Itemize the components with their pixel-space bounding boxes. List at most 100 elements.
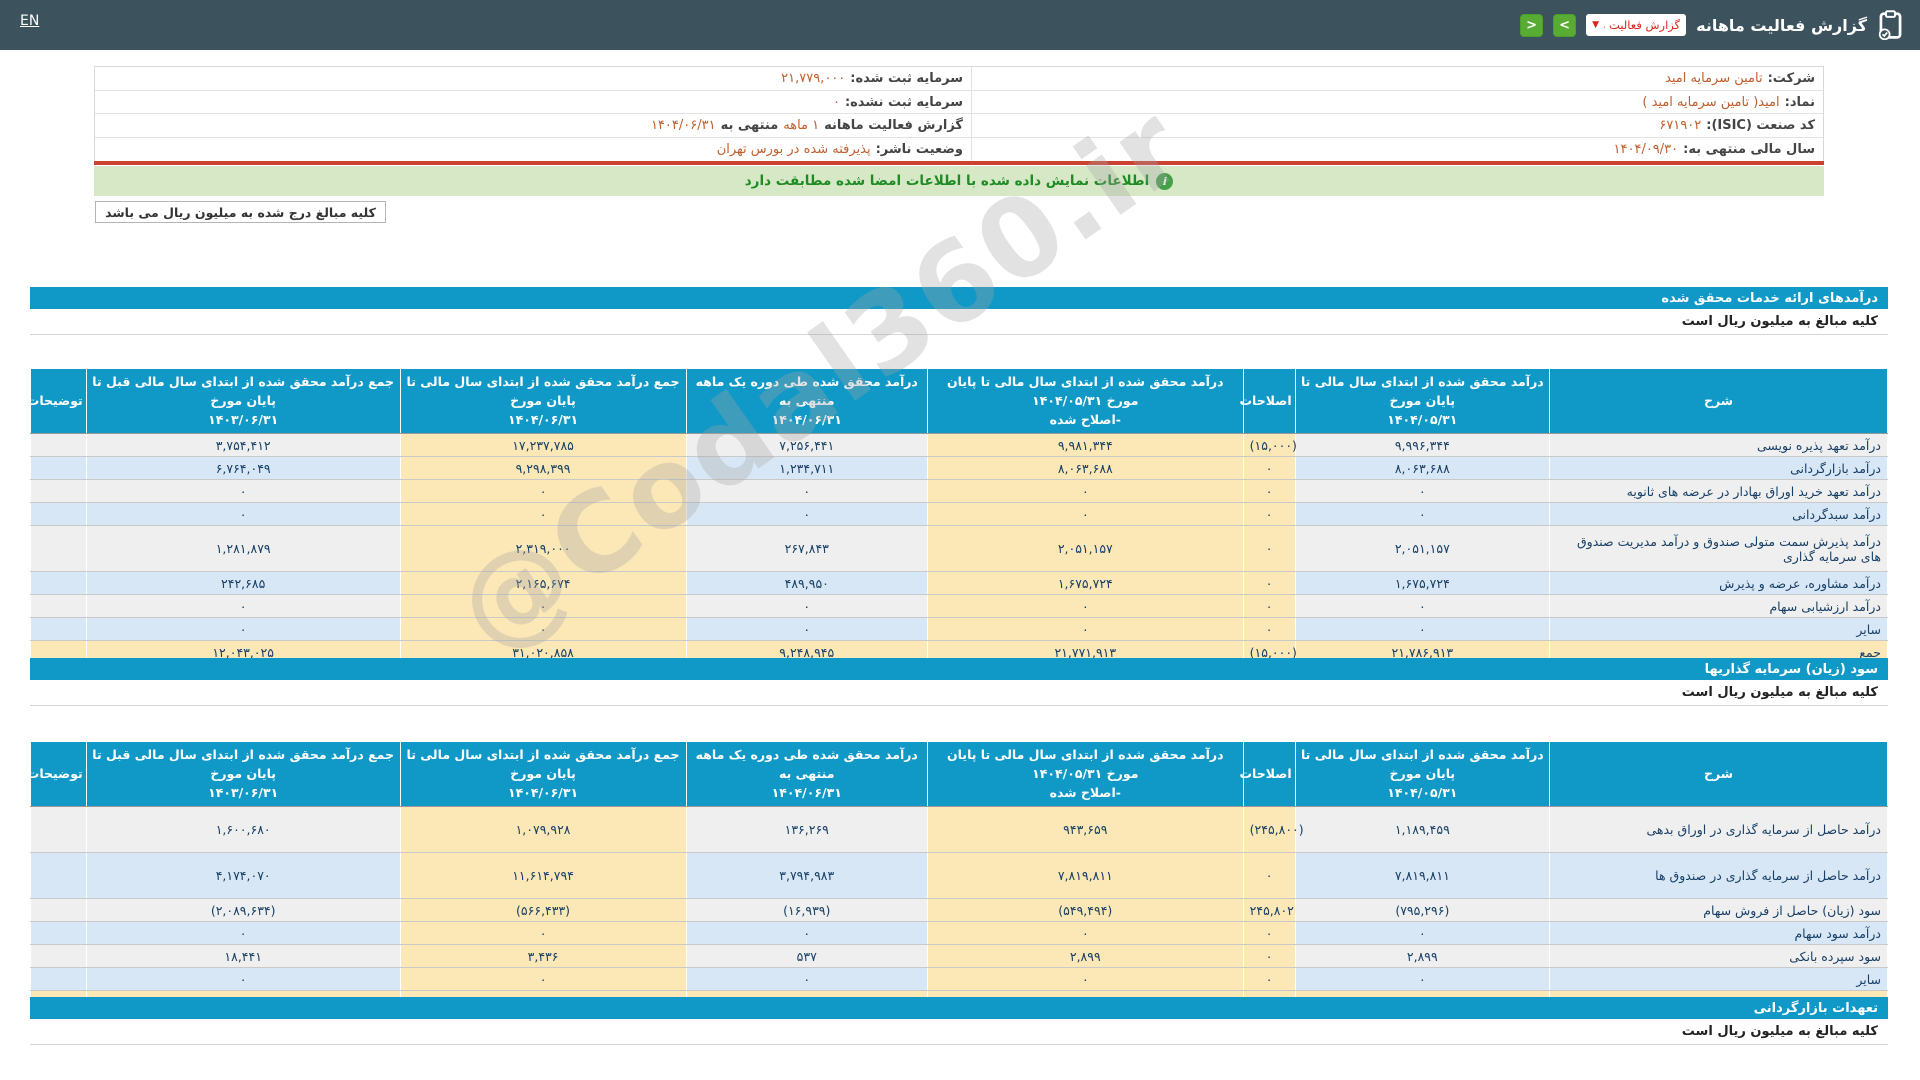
- info-row: کد صنعت (ISIC): ۶۷۱۹۰۲ گزارش فعالیت ماهانه…: [95, 114, 1823, 139]
- row-label: درآمد سود سهام: [1549, 921, 1888, 946]
- table-row: سود (زیان) حاصل از فروش سهام (۷۹۵,۲۹۶) ۲۴۵…: [30, 898, 1888, 923]
- info-value: ۱ ماهه: [783, 118, 820, 134]
- value-cell: ۱,۶۷۵,۷۲۴: [926, 571, 1244, 596]
- info-value: ۱۴۰۴/۰۶/۳۱: [650, 118, 716, 134]
- value-cell: ۱۸,۴۴۱: [85, 944, 401, 969]
- notes-cell: [30, 806, 87, 854]
- column-header: درآمد محقق شده طی دوره یک ماهه منتهی به ۱…: [685, 367, 928, 435]
- value-cell: (۷۹۵,۲۹۶): [1294, 898, 1551, 923]
- value-cell: ۴۸۹,۹۵۰: [685, 571, 928, 596]
- row-label: درآمد بازارگردانی: [1549, 456, 1888, 481]
- column-header: جمع درآمد محقق شده از ابتدای سال مالی قب…: [85, 367, 401, 435]
- value-cell: ۰: [1294, 479, 1551, 504]
- value-cell: ۸,۰۶۳,۶۸۸: [926, 456, 1244, 481]
- value-cell: ۱,۰۷۹,۹۲۸: [399, 806, 687, 854]
- top-bar: EN گزارش فعالیت ماهانه گزارش فعالیت م ▼ …: [0, 0, 1920, 50]
- info-row: شرکت: تامین سرمایه امید سرمایه ثبت شده: ۲۱,…: [95, 67, 1823, 91]
- info-cell: گزارش فعالیت ماهانه ۱ ماهه منتهی به ۱۴۰۴/۰۶…: [95, 114, 971, 137]
- value-cell: ۰: [1242, 456, 1296, 481]
- value-cell: ۰: [1242, 967, 1296, 992]
- table-row: درآمد ارزشیابی سهام ۰ ۰ ۰ ۰ ۰ ۰: [30, 594, 1888, 619]
- value-cell: ۰: [685, 921, 928, 946]
- value-cell: ۰: [1242, 921, 1296, 946]
- section-title-realized-services-income: درآمدهای ارائه خدمات محقق شده: [30, 287, 1888, 309]
- nav-previous-report-button[interactable]: >: [1553, 13, 1577, 37]
- value-cell: ۰: [1242, 852, 1296, 900]
- value-cell: ۰: [85, 479, 401, 504]
- report-type-dropdown[interactable]: گزارش فعالیت م ▼: [1586, 14, 1687, 36]
- column-header: جمع درآمد محقق شده از ابتدای سال مالی تا…: [399, 740, 687, 808]
- row-label: درآمد ارزشیابی سهام: [1549, 594, 1888, 619]
- value-cell: ۷,۸۱۹,۸۱۱: [1294, 852, 1551, 900]
- row-label: سایر: [1549, 967, 1888, 992]
- value-cell: ۰: [399, 594, 687, 619]
- value-cell: (۲۴۵,۸۰۰): [1242, 806, 1304, 854]
- value-cell: ۲۶۷,۸۴۳: [685, 525, 928, 573]
- red-separator-line: [94, 161, 1824, 165]
- table-row: درآمد پذیرش سمت متولی صندوق و درآمد مدیر…: [30, 525, 1888, 573]
- value-cell: ۴,۱۷۴,۰۷۰: [85, 852, 401, 900]
- info-label: سال مالی منتهی به:: [1683, 142, 1815, 158]
- notes-cell: [30, 898, 87, 923]
- value-cell: ۰: [1242, 944, 1296, 969]
- value-cell: ۰: [1294, 594, 1551, 619]
- section-title-investment-profit-loss: سود (زیان) سرمایه گذاریها: [30, 658, 1888, 680]
- clipboard-report-icon: [1877, 10, 1904, 40]
- chevron-down-icon: ▼: [1592, 20, 1600, 30]
- page-title: گزارش فعالیت ماهانه: [1696, 15, 1867, 35]
- value-cell: (۱۶,۹۳۹): [685, 898, 928, 923]
- value-cell: ۰: [85, 617, 401, 642]
- value-cell: ۰: [1242, 479, 1296, 504]
- value-cell: ۱,۲۸۱,۸۷۹: [85, 525, 401, 573]
- column-header: جمع درآمد محقق شده از ابتدای سال مالی تا…: [399, 367, 687, 435]
- value-cell: ۰: [926, 479, 1244, 504]
- language-toggle-en[interactable]: EN: [20, 13, 39, 29]
- value-cell: ۰: [685, 967, 928, 992]
- notes-cell: [30, 617, 87, 642]
- company-info-table: شرکت: تامین سرمایه امید سرمایه ثبت شده: ۲۱,…: [94, 66, 1824, 163]
- info-cell: وضعیت ناشر: پذیرفته شده در بورس تهران: [95, 138, 971, 162]
- value-cell: ۱,۶۰۰,۶۸۰: [85, 806, 401, 854]
- notes-cell: [30, 967, 87, 992]
- value-cell: ۷,۸۱۹,۸۱۱: [926, 852, 1244, 900]
- column-header: توضیحات: [27, 367, 87, 435]
- notes-cell: [30, 502, 87, 527]
- value-cell: ۰: [685, 594, 928, 619]
- value-cell: ۰: [399, 921, 687, 946]
- signature-match-text: اطلاعات نمایش داده شده با اطلاعات امضا ش…: [744, 173, 1150, 189]
- table-row: سایر ۰ ۰ ۰ ۰ ۰ ۰: [30, 967, 1888, 992]
- notes-cell: [30, 456, 87, 481]
- info-row: سال مالی منتهی به: ۱۴۰۴/۰۹/۳۰ وضعیت ناشر: پ…: [95, 138, 1823, 162]
- value-cell: ۳,۷۵۴,۴۱۲: [85, 433, 401, 458]
- value-cell: ۹,۲۹۸,۳۹۹: [399, 456, 687, 481]
- value-cell: ۰: [1294, 502, 1551, 527]
- value-cell: ۰: [926, 594, 1244, 619]
- value-cell: ۲,۰۵۱,۱۵۷: [1294, 525, 1551, 573]
- value-cell: ۰: [1242, 502, 1296, 527]
- value-cell: ۱,۶۷۵,۷۲۴: [1294, 571, 1551, 596]
- realized-services-income-table: شرح درآمد محقق شده از ابتدای سال مالی تا …: [27, 367, 1888, 665]
- value-cell: ۰: [926, 617, 1244, 642]
- info-value: ۱۴۰۴/۰۹/۳۰: [1613, 142, 1679, 158]
- column-header: درآمد محقق شده از ابتدای سال مالی تا پای…: [1294, 367, 1551, 435]
- value-cell: (۱۵,۰۰۰): [1242, 433, 1297, 458]
- value-cell: ۰: [1242, 525, 1296, 573]
- value-cell: ۰: [1242, 594, 1296, 619]
- value-cell: ۰: [85, 921, 401, 946]
- value-cell: (۵۶۶,۴۳۳): [399, 898, 687, 923]
- info-label: کد صنعت (ISIC):: [1706, 118, 1815, 134]
- value-cell: ۸,۰۶۳,۶۸۸: [1294, 456, 1551, 481]
- row-label: سایر: [1549, 617, 1888, 642]
- info-cell: سرمایه ثبت نشده: ۰: [95, 91, 971, 114]
- value-cell: ۱,۲۳۴,۷۱۱: [685, 456, 928, 481]
- info-icon: i: [1156, 172, 1174, 190]
- notes-cell: [30, 571, 87, 596]
- info-label: سرمایه ثبت نشده:: [844, 94, 963, 110]
- value-cell: ۰: [926, 502, 1244, 527]
- column-header: توضیحات: [27, 740, 87, 808]
- column-header: شرح: [1549, 740, 1888, 808]
- value-cell: ۰: [1294, 617, 1551, 642]
- info-value: امید( تامین سرمایه امید ): [1642, 94, 1780, 110]
- nav-next-report-button[interactable]: <: [1520, 13, 1544, 37]
- value-cell: ۹,۹۸۱,۳۴۴: [926, 433, 1244, 458]
